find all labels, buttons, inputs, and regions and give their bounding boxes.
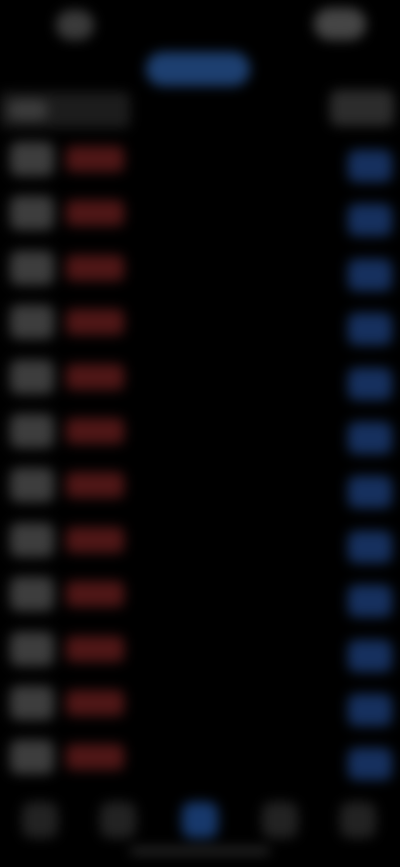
left-column-header: [0, 92, 130, 128]
tab-icon-5[interactable]: [340, 802, 376, 838]
bottom-navigation: [0, 790, 400, 850]
left-list-row[interactable]: [0, 458, 140, 512]
right-row-blue-value: [348, 693, 392, 726]
left-row-primary-cell: [10, 685, 54, 720]
left-row-red-value: [66, 254, 124, 281]
left-row-red-value: [66, 581, 124, 608]
right-row-blue-value: [348, 748, 392, 781]
right-list: [342, 140, 398, 793]
status-right-indicator[interactable]: [314, 8, 366, 40]
left-list-row[interactable]: [0, 186, 140, 240]
left-row-red-value: [66, 200, 124, 227]
right-row-blue-value: [348, 367, 392, 400]
right-list-row[interactable]: [342, 521, 398, 575]
left-list: [0, 132, 140, 785]
left-list-row[interactable]: [0, 132, 140, 186]
right-row-blue-value: [348, 421, 392, 454]
left-row-red-value: [66, 689, 124, 716]
right-list-row[interactable]: [342, 358, 398, 412]
right-list-row[interactable]: [342, 630, 398, 684]
left-row-primary-cell: [10, 196, 54, 231]
left-row-red-value: [66, 744, 124, 771]
left-row-primary-cell: [10, 413, 54, 448]
right-row-blue-value: [348, 530, 392, 563]
left-row-red-value: [66, 472, 124, 499]
left-row-red-value: [66, 363, 124, 390]
tab-icon-3[interactable]: [182, 802, 218, 838]
right-row-blue-value: [348, 585, 392, 618]
left-list-row[interactable]: [0, 241, 140, 295]
left-row-primary-cell: [10, 305, 54, 340]
right-row-blue-value: [348, 150, 392, 182]
right-list-row[interactable]: [342, 194, 398, 248]
left-row-primary-cell: [10, 468, 54, 503]
left-row-red-value: [66, 309, 124, 336]
right-row-blue-value: [348, 639, 392, 672]
left-row-primary-cell: [10, 577, 54, 612]
right-row-blue-value: [348, 313, 392, 346]
tab-icon-1[interactable]: [22, 802, 58, 838]
left-header-label: [8, 100, 48, 120]
tab-icon-4[interactable]: [262, 802, 298, 838]
left-list-row[interactable]: [0, 567, 140, 621]
tab-icon-2[interactable]: [100, 802, 136, 838]
right-row-blue-value: [348, 258, 392, 291]
left-row-primary-cell: [10, 631, 54, 666]
left-list-row[interactable]: [0, 513, 140, 567]
right-list-row[interactable]: [342, 466, 398, 520]
left-list-row[interactable]: [0, 350, 140, 404]
left-row-primary-cell: [10, 740, 54, 775]
left-row-red-value: [66, 635, 124, 662]
left-row-primary-cell: [10, 250, 54, 285]
mode-selector-pill[interactable]: [146, 52, 250, 86]
right-list-row[interactable]: [342, 575, 398, 629]
left-row-red-value: [66, 526, 124, 553]
left-list-row[interactable]: [0, 676, 140, 730]
status-left-indicator: [56, 10, 94, 40]
right-list-row[interactable]: [342, 249, 398, 303]
left-list-row[interactable]: [0, 404, 140, 458]
right-list-row[interactable]: [342, 303, 398, 357]
left-list-row[interactable]: [0, 622, 140, 676]
left-row-primary-cell: [10, 359, 54, 394]
home-indicator: [130, 848, 270, 854]
left-list-row[interactable]: [0, 730, 140, 784]
left-row-primary-cell: [10, 522, 54, 557]
right-list-row[interactable]: [342, 738, 398, 792]
app-screen: [0, 0, 400, 867]
left-row-red-value: [66, 146, 124, 172]
right-column-header[interactable]: [330, 90, 394, 126]
right-row-blue-value: [348, 204, 392, 237]
left-list-row[interactable]: [0, 295, 140, 349]
right-list-row[interactable]: [342, 684, 398, 738]
right-row-blue-value: [348, 476, 392, 509]
left-row-primary-cell: [10, 142, 54, 176]
right-list-row[interactable]: [342, 412, 398, 466]
right-list-row[interactable]: [342, 140, 398, 194]
left-row-red-value: [66, 417, 124, 444]
